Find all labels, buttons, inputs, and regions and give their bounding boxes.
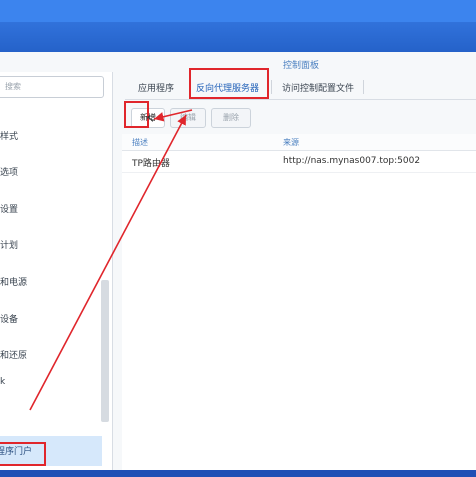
arrow-line (29, 114, 187, 411)
annotation-arrows (29, 109, 193, 411)
mouse-cursor-icon: ↖ (146, 114, 155, 125)
arrow-line (153, 109, 193, 122)
